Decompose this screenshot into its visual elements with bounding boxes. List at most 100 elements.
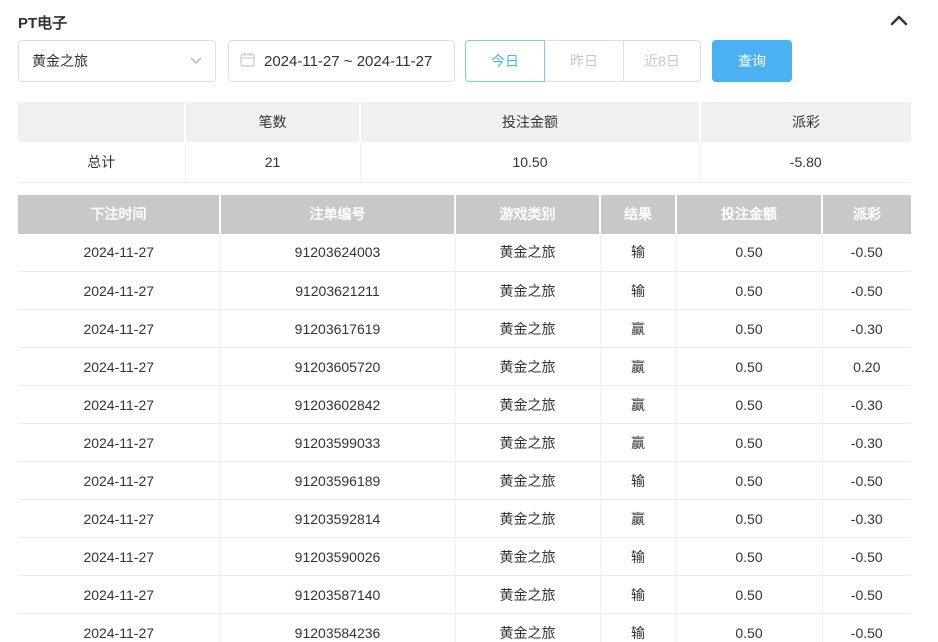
summary-total-label: 总计 bbox=[18, 142, 186, 183]
col-order-number: 注单编号 bbox=[220, 194, 456, 234]
records-header-row: 下注时间 注单编号 游戏类别 结果 投注金额 派彩 bbox=[18, 194, 911, 234]
result-cell: 赢 bbox=[600, 499, 677, 538]
col-payout: 派彩 bbox=[822, 194, 911, 234]
payout-cell: -0.50 bbox=[822, 461, 911, 500]
bet-time-cell: 2024-11-27 bbox=[18, 537, 221, 576]
result-cell: 输 bbox=[600, 461, 677, 500]
game-type-cell: 黄金之旅 bbox=[455, 385, 601, 424]
game-type-cell: 黄金之旅 bbox=[455, 575, 601, 614]
query-button[interactable]: 查询 bbox=[712, 40, 792, 82]
bet-amount-cell: 0.50 bbox=[676, 461, 823, 500]
payout-cell: -0.50 bbox=[822, 271, 911, 310]
bet-time-cell: 2024-11-27 bbox=[18, 423, 221, 462]
col-result: 结果 bbox=[600, 194, 677, 234]
table-row: 2024-11-27 91203617619 黄金之旅赢 0.50 -0.30 bbox=[18, 309, 911, 348]
col-bet-time: 下注时间 bbox=[18, 194, 221, 234]
order-number-cell: 91203617619 bbox=[220, 309, 456, 348]
table-row: 2024-11-27 91203599033 黄金之旅赢 0.50 -0.30 bbox=[18, 423, 911, 462]
payout-cell: -0.50 bbox=[822, 613, 911, 642]
table-row: 2024-11-27 91203584236 黄金之旅输 0.50 -0.50 bbox=[18, 613, 911, 642]
panel-header: PT电子 bbox=[18, 0, 920, 32]
payout-cell: -0.30 bbox=[822, 309, 911, 348]
bet-amount-cell: 0.50 bbox=[676, 613, 823, 642]
table-row: 2024-11-27 91203602842 黄金之旅赢 0.50 -0.30 bbox=[18, 385, 911, 424]
result-cell: 赢 bbox=[600, 347, 677, 386]
pt-electronic-panel: PT电子 黄金之旅 2024-11-27 ~ 2024-11-27 今日 昨日 … bbox=[0, 0, 938, 642]
filter-bar: 黄金之旅 2024-11-27 ~ 2024-11-27 今日 昨日 近8日 查… bbox=[18, 40, 920, 82]
order-number-cell: 91203592814 bbox=[220, 499, 456, 538]
order-number-cell: 91203596189 bbox=[220, 461, 456, 500]
game-type-cell: 黄金之旅 bbox=[455, 347, 601, 386]
payout-cell: -0.30 bbox=[822, 385, 911, 424]
bet-time-cell: 2024-11-27 bbox=[18, 347, 221, 386]
calendar-icon bbox=[240, 52, 255, 71]
game-type-cell: 黄金之旅 bbox=[455, 613, 601, 642]
order-number-cell: 91203602842 bbox=[220, 385, 456, 424]
order-number-cell: 91203590026 bbox=[220, 537, 456, 576]
result-cell: 赢 bbox=[600, 423, 677, 462]
bet-amount-cell: 0.50 bbox=[676, 537, 823, 576]
bet-amount-cell: 0.50 bbox=[676, 423, 823, 462]
bet-time-cell: 2024-11-27 bbox=[18, 271, 221, 310]
last-8-days-button[interactable]: 近8日 bbox=[623, 40, 701, 82]
date-range-input[interactable]: 2024-11-27 ~ 2024-11-27 bbox=[228, 40, 455, 82]
summary-total-row: 总计 21 10.50 -5.80 bbox=[18, 142, 911, 183]
order-number-cell: 91203587140 bbox=[220, 575, 456, 614]
payout-cell: 0.20 bbox=[822, 347, 911, 386]
game-select[interactable]: 黄金之旅 bbox=[18, 40, 216, 82]
bet-time-cell: 2024-11-27 bbox=[18, 499, 221, 538]
bet-time-cell: 2024-11-27 bbox=[18, 613, 221, 642]
payout-cell: -0.50 bbox=[822, 537, 911, 576]
bet-amount-cell: 0.50 bbox=[676, 309, 823, 348]
chevron-down-icon bbox=[190, 57, 202, 65]
game-type-cell: 黄金之旅 bbox=[455, 499, 601, 538]
order-number-cell: 91203624003 bbox=[220, 233, 456, 272]
summary-count-value: 21 bbox=[185, 142, 361, 183]
bet-amount-cell: 0.50 bbox=[676, 271, 823, 310]
summary-header-payout: 派彩 bbox=[700, 102, 911, 142]
result-cell: 赢 bbox=[600, 385, 677, 424]
game-type-cell: 黄金之旅 bbox=[455, 309, 601, 348]
order-number-cell: 91203605720 bbox=[220, 347, 456, 386]
table-row: 2024-11-27 91203605720 黄金之旅赢 0.50 0.20 bbox=[18, 347, 911, 386]
payout-cell: -0.30 bbox=[822, 499, 911, 538]
yesterday-button[interactable]: 昨日 bbox=[544, 40, 624, 82]
result-cell: 输 bbox=[600, 613, 677, 642]
bet-amount-cell: 0.50 bbox=[676, 499, 823, 538]
records-table: 下注时间 注单编号 游戏类别 结果 投注金额 派彩 2024-11-27 9120… bbox=[18, 194, 911, 642]
result-cell: 输 bbox=[600, 233, 677, 272]
table-row: 2024-11-27 91203592814 黄金之旅赢 0.50 -0.30 bbox=[18, 499, 911, 538]
game-type-cell: 黄金之旅 bbox=[455, 423, 601, 462]
bet-time-cell: 2024-11-27 bbox=[18, 309, 221, 348]
payout-cell: -0.30 bbox=[822, 423, 911, 462]
summary-header-count: 笔数 bbox=[185, 102, 361, 142]
today-button[interactable]: 今日 bbox=[465, 40, 545, 82]
result-cell: 输 bbox=[600, 575, 677, 614]
bet-amount-cell: 0.50 bbox=[676, 575, 823, 614]
summary-payout-value: -5.80 bbox=[700, 142, 911, 183]
game-type-cell: 黄金之旅 bbox=[455, 233, 601, 272]
date-range-value: 2024-11-27 ~ 2024-11-27 bbox=[264, 52, 433, 70]
bet-time-cell: 2024-11-27 bbox=[18, 385, 221, 424]
table-row: 2024-11-27 91203596189 黄金之旅输 0.50 -0.50 bbox=[18, 461, 911, 500]
summary-table: 笔数 投注金额 派彩 总计 21 10.50 -5.80 bbox=[18, 102, 911, 183]
bet-time-cell: 2024-11-27 bbox=[18, 575, 221, 614]
bet-time-cell: 2024-11-27 bbox=[18, 233, 221, 272]
collapse-button[interactable] bbox=[890, 13, 908, 31]
bet-amount-cell: 0.50 bbox=[676, 385, 823, 424]
bet-amount-cell: 0.50 bbox=[676, 347, 823, 386]
bet-time-cell: 2024-11-27 bbox=[18, 461, 221, 500]
game-type-cell: 黄金之旅 bbox=[455, 461, 601, 500]
order-number-cell: 91203621211 bbox=[220, 271, 456, 310]
game-select-value: 黄金之旅 bbox=[32, 53, 88, 69]
result-cell: 赢 bbox=[600, 309, 677, 348]
table-row: 2024-11-27 91203621211 黄金之旅输 0.50 -0.50 bbox=[18, 271, 911, 310]
payout-cell: -0.50 bbox=[822, 575, 911, 614]
table-row: 2024-11-27 91203590026 黄金之旅输 0.50 -0.50 bbox=[18, 537, 911, 576]
table-row: 2024-11-27 91203587140 黄金之旅输 0.50 -0.50 bbox=[18, 575, 911, 614]
summary-header-bet-amount: 投注金额 bbox=[360, 102, 701, 142]
result-cell: 输 bbox=[600, 537, 677, 576]
col-game-type: 游戏类别 bbox=[455, 194, 601, 234]
table-row: 2024-11-27 91203624003 黄金之旅输 0.50 -0.50 bbox=[18, 233, 911, 272]
summary-bet-amount-value: 10.50 bbox=[360, 142, 701, 183]
